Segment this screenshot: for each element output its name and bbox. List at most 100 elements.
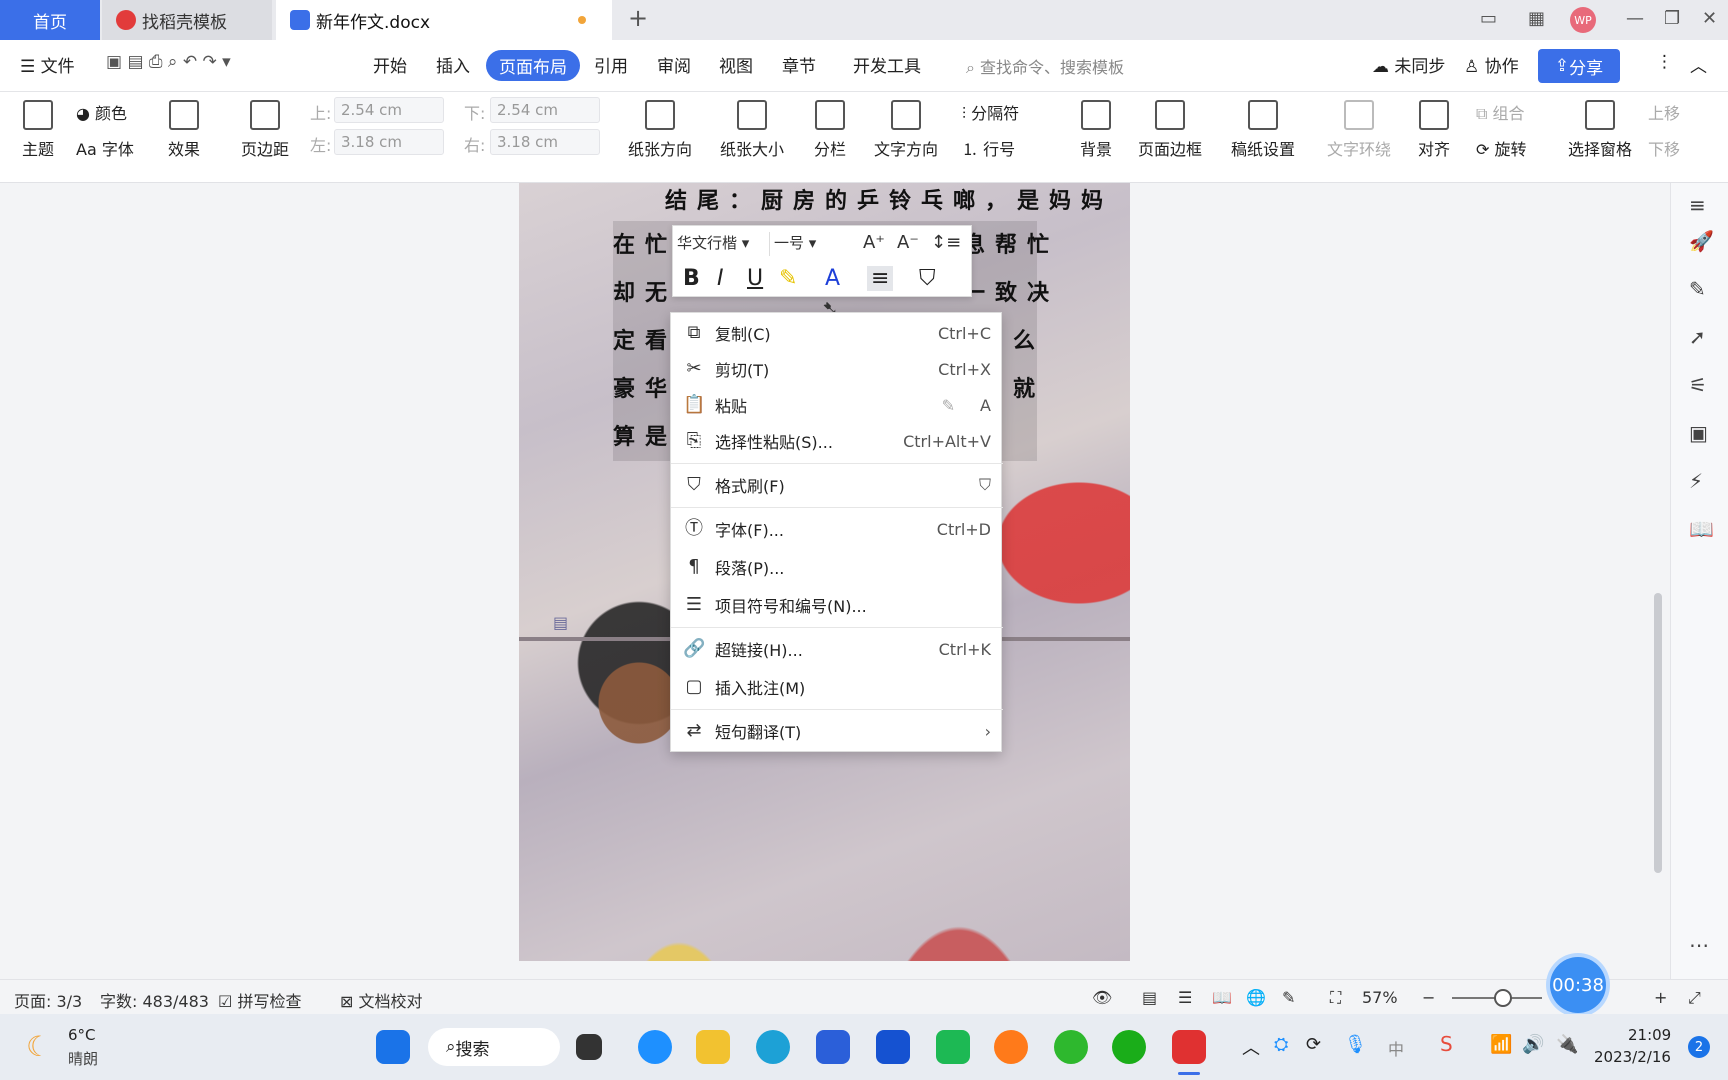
effect-button[interactable]: 效果 [162,100,206,160]
right-margin-input[interactable]: 3.18 cm [490,129,600,155]
move-up-button[interactable]: 上移 [1648,100,1680,124]
menu-paragraph[interactable]: ¶ 段落(P)... [671,549,1003,585]
restore-icon[interactable]: ❐ [1664,8,1680,29]
text-wrap-button[interactable]: 文字环绕 [1320,100,1398,160]
grow-font-icon[interactable]: A⁺ [863,232,885,256]
new-tab-button[interactable]: + [628,4,648,32]
share-button[interactable]: ⇪ 分享 [1538,49,1620,83]
move-down-button[interactable]: 下移 [1648,136,1680,160]
store-icon[interactable] [816,1030,850,1064]
font-color-icon[interactable]: A [825,266,840,291]
page-border-button[interactable]: 页面边框 [1134,100,1206,160]
align-justify-icon[interactable]: ≡ [867,266,894,291]
zoom-level[interactable]: 57% [1362,988,1398,1007]
web-view-icon[interactable]: 🌐 [1246,988,1266,1007]
menu-insert-comment[interactable]: ▢ 插入批注(M) [671,669,1003,705]
image-tools-icon[interactable]: ▣ [1689,421,1708,445]
line-number-button[interactable]: ⒈ 行号 [962,136,1015,160]
weather-desc[interactable]: 晴朗 [68,1048,98,1069]
sync-status[interactable]: ☁ 未同步 [1372,52,1445,77]
wps-office-icon[interactable] [1172,1030,1206,1064]
tray-overflow-icon[interactable]: ︿ [1242,1034,1260,1060]
rocket-icon[interactable]: 🚀 [1689,229,1714,253]
edge-browser-icon[interactable] [756,1030,790,1064]
scroll-thumb[interactable] [1654,593,1662,873]
tab-home[interactable]: 首页 [0,0,100,40]
menu-paste[interactable]: 📋 粘贴 ✎ A [671,387,1003,423]
menu-references[interactable]: 引用 [594,52,628,77]
group-button[interactable]: ⧉ 组合 [1476,100,1525,124]
read-view-icon[interactable]: 📖 [1212,988,1232,1007]
columns-button[interactable]: 分栏 [806,100,854,160]
menu-hyperlink[interactable]: 🔗 超链接(H)... Ctrl+K [671,631,1003,667]
font-name-select[interactable]: 华文行楷 ▾ [677,232,765,256]
menu-paste-special[interactable]: ⎘ 选择性粘贴(S)... Ctrl+Alt+V [671,423,1003,459]
book-icon[interactable]: 📖 [1689,517,1714,541]
font-button[interactable]: Aa 字体 [76,136,134,160]
clock-date[interactable]: 2023/2/16 [1594,1048,1671,1066]
underline-icon[interactable]: U [747,266,763,291]
wechat-icon[interactable] [1112,1030,1146,1064]
firefox-icon[interactable] [994,1030,1028,1064]
tray-app-icon[interactable]: ⛭ [1274,1034,1288,1055]
zoom-in-icon[interactable]: + [1654,988,1667,1007]
file-explorer-icon[interactable] [696,1030,730,1064]
user-avatar[interactable]: WP [1570,7,1596,33]
background-button[interactable]: 背景 [1074,100,1118,160]
highlight-icon[interactable]: ✎ [779,266,797,291]
format-painter-icon[interactable]: ⛉ [919,266,936,291]
line-spacing-icon[interactable]: ↕≡ [931,232,961,256]
paste-keep-format-icon[interactable]: ✎ [942,396,955,415]
selection-pane-button[interactable]: 选择窗格 [1566,100,1634,160]
top-margin-input[interactable]: 2.54 cm [334,97,444,123]
separator-button[interactable]: ⫶ 分隔符 [962,100,1019,124]
menu-review[interactable]: 审阅 [657,52,691,77]
pointer-icon[interactable]: ➚ [1689,325,1706,349]
left-margin-input[interactable]: 3.18 cm [334,129,444,155]
layout-icon[interactable]: ▭ [1480,8,1497,29]
shrink-font-icon[interactable]: A⁻ [897,232,919,256]
tab-document[interactable]: 新年作文.docx [276,0,612,40]
menu-font[interactable]: Ⓣ 字体(F)... Ctrl+D [671,511,1003,547]
vertical-scrollbar[interactable] [1648,183,1668,979]
outline-view-icon[interactable]: ☰ [1178,988,1192,1007]
font-size-select[interactable]: 一号 ▾ [769,232,849,256]
security-shield-icon[interactable] [876,1030,910,1064]
battery-icon[interactable]: 🔌 [1556,1034,1578,1055]
lightning-icon[interactable]: ⚡ [1689,469,1703,493]
clock-time[interactable]: 21:09 [1628,1026,1671,1044]
collab-button[interactable]: ♙ 协作 [1464,52,1519,77]
wifi-icon[interactable]: 📶 [1490,1034,1512,1055]
menu-view[interactable]: 视图 [719,52,753,77]
menu-chapter[interactable]: 章节 [782,52,816,77]
spellcheck-button[interactable]: ☑ 拼写检查 [218,988,301,1012]
volume-icon[interactable]: 🔊 [1522,1034,1544,1055]
fullscreen-icon[interactable]: ⤢ [1688,988,1701,1008]
menu-page-layout[interactable]: 页面布局 [486,50,580,81]
menu-translate[interactable]: ⇄ 短句翻译(T) › [671,713,1003,749]
tab-daoke-templates[interactable]: 找稻壳模板 [102,0,272,40]
theme-button[interactable]: 主题 [16,100,60,160]
menu-start[interactable]: 开始 [373,52,407,77]
windows-start-icon[interactable] [376,1030,410,1064]
microphone-icon[interactable]: 🎙 [1344,1034,1367,1055]
ie-browser-icon[interactable] [1054,1030,1088,1064]
align-button[interactable]: 对齐 [1410,100,1458,160]
message-app-icon[interactable] [936,1030,970,1064]
ime-indicator[interactable]: 中 [1388,1036,1404,1060]
menu-format-painter[interactable]: ⛉ 格式刷(F) ⛉ [671,467,1003,503]
manuscript-button[interactable]: 稿纸设置 [1228,100,1298,160]
menu-copy[interactable]: ⧉ 复制(C) Ctrl+C [671,315,1003,351]
recording-timer[interactable]: 00:38 [1550,957,1606,1013]
eye-protect-icon[interactable]: 👁 [1092,988,1112,1007]
menu-cut[interactable]: ✂ 剪切(T) Ctrl+X [671,351,1003,387]
menu-bullets-numbering[interactable]: ☰ 项目符号和编号(N)... [671,587,1003,623]
pen-icon[interactable]: ✎ [1689,277,1706,301]
close-icon[interactable]: ✕ [1702,8,1717,29]
rotate-button[interactable]: ⟳ 旋转 [1476,136,1527,160]
task-view-icon[interactable] [576,1034,602,1060]
proofread-button[interactable]: ⊠ 文档校对 [340,988,423,1012]
sliders-icon[interactable]: ⚟ [1689,373,1707,397]
paste-text-only-icon[interactable]: A [980,396,991,415]
quick-access-icons[interactable]: ▣ ▤ ⎙ ⌕ ↶ ↷ ▾ [106,52,231,72]
